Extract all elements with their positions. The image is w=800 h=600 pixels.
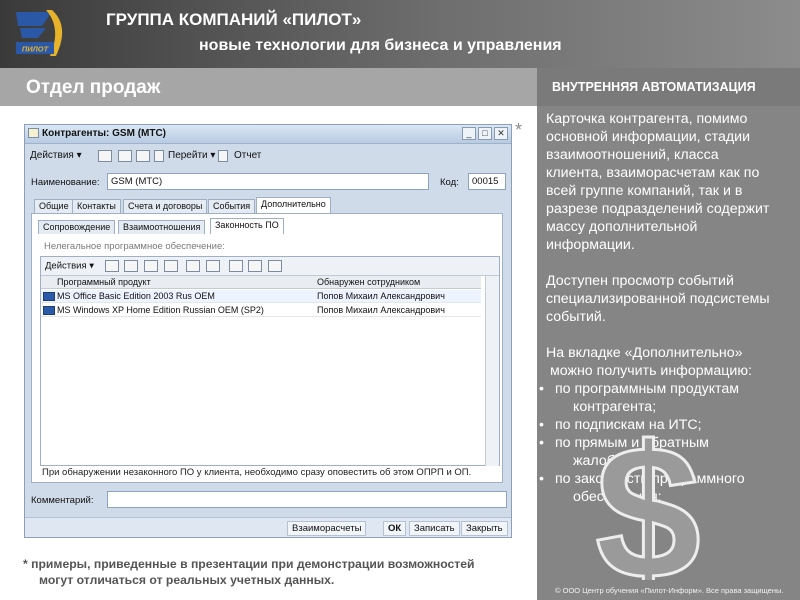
table-row[interactable]: MS Windows XP Home Edition Russian OEM (… <box>41 304 481 317</box>
close-form-button[interactable]: Закрыть <box>461 521 508 536</box>
window-titlebar: Контрагенты: GSM (МТС) _ □ ✕ <box>25 125 511 144</box>
dollar-icon: $ <box>594 430 703 580</box>
report-icon <box>218 150 228 162</box>
description-paragraph: Карточка контрагента, помимо основной ин… <box>546 110 794 254</box>
text-line: разрезе подразделений содержит <box>546 201 770 217</box>
tab-accounts[interactable]: Счета и договоры <box>123 199 208 213</box>
footnote-mark: * <box>515 120 523 140</box>
report-button[interactable]: Отчет <box>234 150 261 161</box>
move-up-icon[interactable] <box>186 260 201 272</box>
table-row[interactable]: MS Office Basic Edition 2003 Rus OEM Поп… <box>41 290 481 303</box>
tab-general[interactable]: Общие <box>34 199 74 213</box>
ok-button[interactable]: ОК <box>383 521 407 536</box>
text-line: На вкладке «Дополнительно» <box>546 345 743 361</box>
filter-icon[interactable] <box>248 260 263 272</box>
close-button[interactable]: ✕ <box>494 127 508 140</box>
edit-icon[interactable] <box>143 260 158 272</box>
employee-cell: Попов Михаил Александрович <box>317 305 445 315</box>
button-bar: Взаиморасчеты ОК Записать Закрыть <box>25 517 511 537</box>
window-title: Контрагенты: GSM (МТС) <box>42 128 167 139</box>
footnote-line-1: * примеры, приведенные в презентации при… <box>23 557 475 571</box>
mutual-settlements-button[interactable]: Взаиморасчеты <box>287 521 367 536</box>
company-subtitle: новые технологии для бизнеса и управлени… <box>199 37 562 54</box>
text-line: основной информации, стадии <box>546 129 751 145</box>
filter-clear-icon[interactable] <box>267 260 282 272</box>
text-line: Доступен просмотр событий <box>546 273 734 289</box>
move-down-icon[interactable] <box>205 260 220 272</box>
column-product[interactable]: Программный продукт <box>57 277 151 287</box>
list-icon[interactable] <box>118 150 132 162</box>
form-icon <box>28 128 39 138</box>
product-cell: MS Office Basic Edition 2003 Rus OEM <box>57 291 215 301</box>
grid-scrollbar[interactable] <box>485 276 499 466</box>
svg-text:$: $ <box>595 430 701 580</box>
subtab-relations[interactable]: Взаимоотношения <box>118 220 206 234</box>
text-line: специализированной подсистемы <box>546 291 770 307</box>
goto-menu[interactable]: Перейти ▾ <box>168 150 215 161</box>
column-employee[interactable]: Обнаружен сотрудником <box>317 277 420 287</box>
text-line: взаимоотношений, класса <box>546 147 719 163</box>
footnote-line-2: могут отличаться от реальных учетных дан… <box>39 573 335 587</box>
subtab-legality[interactable]: Законность ПО <box>210 218 284 234</box>
text-line: клиента, взаиморасчетам как по <box>546 165 760 181</box>
text-line: массу дополнительной <box>546 219 698 235</box>
text-line: можно получить информацию: <box>550 363 752 379</box>
text-line: информации. <box>546 237 635 253</box>
svg-text:ПИЛОТ: ПИЛОТ <box>22 45 50 54</box>
row-icon <box>43 292 55 301</box>
goto-icon <box>154 150 164 162</box>
sort-icon[interactable] <box>228 260 243 272</box>
tab-panel: Сопровождение Взаимоотношения Законность… <box>31 213 503 483</box>
tab-info-paragraph: На вкладке «Дополнительно» можно получит… <box>546 344 794 380</box>
grid-header: Программный продукт Обнаружен сотруднико… <box>41 276 481 289</box>
software-grid: Действия ▾ Программный продукт Обнаружен… <box>40 256 500 466</box>
section-label: Нелегальное программное обеспечение: <box>44 241 225 252</box>
pilot-logo: ПИЛОТ <box>16 10 63 56</box>
tree-icon[interactable] <box>136 150 150 162</box>
events-paragraph: Доступен просмотр событий специализирова… <box>546 272 794 326</box>
tab-events[interactable]: События <box>208 199 256 213</box>
name-label: Наименование: <box>31 177 100 188</box>
save-button[interactable]: Записать <box>409 521 460 536</box>
tab-additional[interactable]: Дополнительно <box>256 197 331 213</box>
company-title: ГРУППА КОМПАНИЙ «ПИЛОТ» <box>106 10 362 29</box>
text-line: событий. <box>546 309 606 325</box>
delete-icon[interactable] <box>163 260 178 272</box>
right-panel-header: ВНУТРЕННЯЯ АВТОМАТИЗАЦИЯ <box>537 68 800 106</box>
form-toolbar: Действия ▾ Перейти ▾ Отчет <box>28 147 508 165</box>
text-line: Карточка контрагента, помимо <box>546 111 748 127</box>
copy-icon[interactable] <box>124 260 139 272</box>
grid-actions-menu[interactable]: Действия ▾ <box>45 261 94 272</box>
maximize-button[interactable]: □ <box>478 127 492 140</box>
section-title: Отдел продаж <box>26 77 161 98</box>
code-field[interactable]: 00015 <box>468 173 506 190</box>
header: ПИЛОТ ГРУППА КОМПАНИЙ «ПИЛОТ» новые техн… <box>0 0 800 68</box>
back-icon[interactable] <box>98 150 112 162</box>
grid-toolbar: Действия ▾ <box>41 257 499 276</box>
employee-cell: Попов Михаил Александрович <box>317 291 445 301</box>
text-line: всей группе компаний, так и в <box>546 183 743 199</box>
code-label: Код: <box>440 177 459 188</box>
comment-field[interactable] <box>107 491 507 508</box>
actions-menu[interactable]: Действия ▾ <box>30 150 82 161</box>
comment-label: Комментарий: <box>31 495 94 506</box>
name-field[interactable]: GSM (МТС) <box>107 173 429 190</box>
subtab-support[interactable]: Сопровождение <box>38 220 116 234</box>
add-icon[interactable] <box>104 260 119 272</box>
product-cell: MS Windows XP Home Edition Russian OEM (… <box>57 305 264 315</box>
row-icon <box>43 306 55 315</box>
warning-note: При обнаружении незаконного ПО у клиента… <box>42 467 472 478</box>
list-item: по программным продуктамконтрагента; <box>539 380 800 416</box>
right-panel-title: ВНУТРЕННЯЯ АВТОМАТИЗАЦИЯ <box>552 80 756 94</box>
copyright: © ООО Центр обучения «Пилот-Информ». Все… <box>555 586 784 595</box>
minimize-button[interactable]: _ <box>462 127 476 140</box>
counterparty-window: Контрагенты: GSM (МТС) _ □ ✕ Действия ▾ … <box>24 124 512 538</box>
tab-contacts[interactable]: Контакты <box>72 199 121 213</box>
